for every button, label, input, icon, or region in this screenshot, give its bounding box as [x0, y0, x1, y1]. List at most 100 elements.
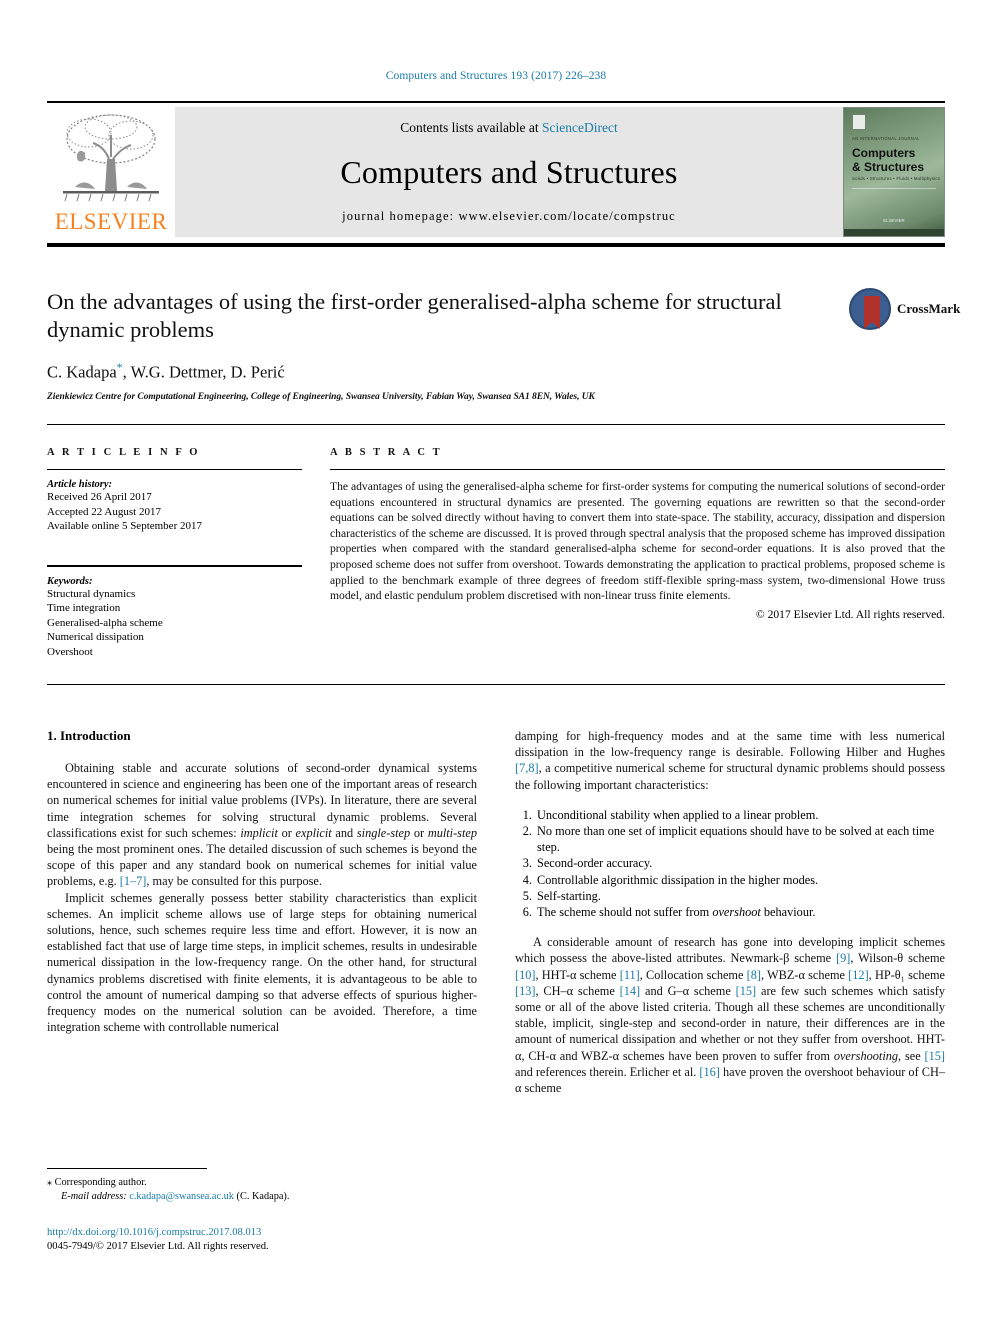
journal-title: Computers and Structures — [340, 154, 678, 190]
abstract-heading: A B S T R A C T — [330, 447, 443, 458]
intro-p4-part-e: , WBZ-α scheme — [761, 967, 849, 982]
citation-link-7-8[interactable]: [7,8] — [515, 761, 539, 775]
page-title: On the advantages of using the first-ord… — [47, 289, 782, 342]
list-item: Controllable algorithmic dissipation in … — [535, 872, 945, 888]
paragraph-intro-2: Implicit schemes generally possess bette… — [47, 890, 477, 1035]
email-link[interactable]: c.kadapa@swansea.ac.uk — [129, 1191, 234, 1202]
abstract-copyright: © 2017 Elsevier Ltd. All rights reserved… — [755, 607, 945, 621]
keywords-rule — [47, 564, 302, 567]
footnote-block: ⁎ Corresponding author. E-mail address: … — [47, 1176, 477, 1204]
citation-link-14[interactable]: [14] — [620, 984, 641, 998]
list-item-6-pre: The scheme should not suffer from — [537, 905, 713, 920]
citation-link-16[interactable]: [16] — [699, 1065, 720, 1079]
list-item: The scheme should not suffer from oversh… — [535, 904, 945, 920]
cover-title-line2: & Structures — [852, 160, 925, 174]
abstract-text: The advantages of using the generalised-… — [330, 480, 945, 603]
journal-homepage-link[interactable]: journal homepage: www.elsevier.com/locat… — [175, 209, 843, 224]
intro-p3-part-b: , a competitive numerical scheme for str… — [515, 761, 945, 792]
contents-available-line: Contents lists available at ScienceDirec… — [175, 120, 843, 136]
list-item: Unconditional stability when applied to … — [535, 807, 945, 823]
list-item: No more than one set of implicit equatio… — [535, 823, 945, 855]
article-info-heading: A R T I C L E I N F O — [47, 447, 201, 458]
doi-block: http://dx.doi.org/10.1016/j.compstruc.20… — [47, 1226, 477, 1254]
body-columns: 1. Introduction Obtaining stable and acc… — [47, 728, 945, 1198]
abstract-rule-top — [330, 469, 945, 470]
keyword-item: Overshoot — [47, 645, 93, 658]
paper-page: Computers and Structures 193 (2017) 226–… — [0, 0, 992, 1323]
contents-prefix: Contents lists available at — [400, 120, 542, 135]
crossmark-badge-group[interactable]: CrossMark — [849, 288, 960, 332]
cover-title: Computers & Structures — [852, 146, 924, 174]
keyword-item: Numerical dissipation — [47, 631, 144, 643]
doi-link[interactable]: http://dx.doi.org/10.1016/j.compstruc.20… — [47, 1226, 477, 1240]
title-bottom-rule — [47, 424, 945, 425]
intro-p1-part-c: and — [331, 825, 357, 840]
citation-link-1-7[interactable]: [1–7] — [120, 874, 147, 888]
keyword-item: Generalised-alpha scheme — [47, 616, 163, 629]
intro-p1-part-f: , may be consulted for this purpose. — [146, 874, 322, 889]
list-item: Self-starting. — [535, 888, 945, 904]
citation-link-11[interactable]: [11] — [620, 968, 640, 982]
keywords-label: Keywords: — [47, 575, 93, 587]
affiliation: Zienkiewicz Centre for Computational Eng… — [47, 391, 595, 402]
intro-p1-italic-explicit: explicit — [295, 825, 332, 840]
intro-p4-part-k: and references therein. Erlicher et al. — [515, 1064, 700, 1079]
intro-p4-italic-overshooting: overshooting — [833, 1048, 899, 1063]
masthead-bottom-rule — [47, 243, 945, 247]
running-head: Computers and Structures 193 (2017) 226–… — [385, 70, 607, 82]
crossmark-ribbon-icon — [864, 296, 880, 329]
list-item-6-italic-overshoot: overshoot — [712, 905, 761, 920]
article-history-label: Article history: — [47, 479, 113, 490]
elsevier-wordmark: ELSEVIER — [54, 209, 168, 234]
sciencedirect-link[interactable]: ScienceDirect — [542, 120, 618, 135]
abstract-bottom-rule — [47, 684, 945, 685]
paragraph-intro-4: A considerable amount of research has go… — [515, 934, 945, 1096]
corresponding-author-text: Corresponding author. — [54, 1177, 147, 1188]
article-info-column: A R T I C L E I N F O Article history: R… — [47, 447, 302, 659]
intro-p4-part-h: and G–α scheme — [640, 983, 736, 998]
cover-elsevier-mark-icon — [852, 114, 866, 130]
author-rest: , W.G. Dettmer, D. Perić — [122, 362, 285, 382]
journal-cover-thumbnail: AN INTERNATIONAL JOURNAL Computers & Str… — [843, 107, 945, 237]
author-list: C. Kadapa*, W.G. Dettmer, D. Perić — [47, 360, 945, 383]
keyword-item: Structural dynamics — [47, 587, 136, 600]
intro-p3-part-a: damping for high-frequency modes and at … — [515, 729, 945, 760]
intro-p4-part-g: , CH–α scheme — [535, 983, 620, 998]
article-history-received: Received 26 April 2017 — [47, 491, 152, 503]
elsevier-tree-icon — [63, 114, 159, 202]
keyword-item: Time integration — [47, 602, 121, 614]
citation-link-10[interactable]: [10] — [515, 968, 536, 982]
citation-link-9[interactable]: [9] — [836, 951, 850, 965]
masthead-center-panel: Contents lists available at ScienceDirec… — [175, 107, 843, 237]
intro-p4-part-c: , HHT-α scheme — [535, 967, 620, 982]
corresponding-author-note: ⁎ Corresponding author. — [47, 1176, 477, 1190]
characteristics-list: Unconditional stability when applied to … — [515, 807, 945, 920]
citation-link-13[interactable]: [13] — [515, 984, 536, 998]
issn-copyright-line: 0045-7949/© 2017 Elsevier Ltd. All right… — [47, 1241, 269, 1252]
cover-eyebrow: AN INTERNATIONAL JOURNAL — [852, 136, 920, 141]
citation-link-8[interactable]: [8] — [747, 968, 761, 982]
cover-footer-text: ELSEVIER — [883, 218, 905, 223]
intro-p1-italic-single-step: single-step — [356, 825, 411, 840]
info-abstract-region: A R T I C L E I N F O Article history: R… — [47, 447, 945, 659]
paragraph-intro-3: damping for high-frequency modes and at … — [515, 728, 945, 793]
article-history-online: Available online 5 September 2017 — [47, 520, 202, 532]
paragraph-intro-1: Obtaining stable and accurate solutions … — [47, 760, 477, 890]
list-item-6-post: behaviour. — [760, 905, 816, 920]
footnote-star-marker: ⁎ — [47, 1177, 52, 1188]
email-suffix: (C. Kadapa). — [236, 1191, 290, 1202]
intro-p4-part-j: , see — [898, 1048, 925, 1063]
article-info-rule — [47, 469, 302, 470]
list-item: Second-order accuracy. — [535, 855, 945, 871]
cover-title-line1: Computers — [852, 146, 916, 160]
body-left-column: 1. Introduction Obtaining stable and acc… — [47, 728, 477, 1198]
citation-link-15b[interactable]: [15] — [925, 1049, 946, 1063]
body-right-column: damping for high-frequency modes and at … — [515, 728, 945, 1198]
section-heading-introduction: 1. Introduction — [47, 728, 131, 743]
intro-p1-italic-multi-step: multi-step — [427, 825, 477, 840]
citation-link-12[interactable]: [12] — [848, 968, 869, 982]
intro-p4-part-b: , Wilson-θ scheme — [850, 951, 945, 966]
journal-masthead: ELSEVIER Contents lists available at Sci… — [47, 101, 945, 240]
citation-link-15[interactable]: [15] — [736, 984, 757, 998]
